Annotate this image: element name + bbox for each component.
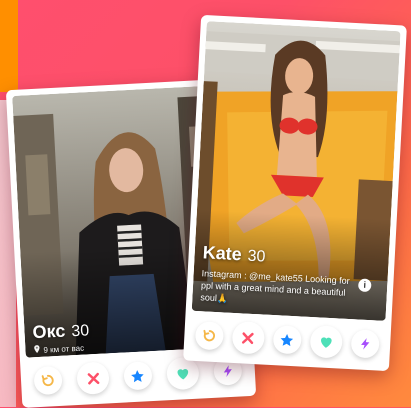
distance-text: 9 км от вас [43, 343, 85, 355]
rewind-icon [42, 374, 55, 387]
accent-strip [0, 0, 18, 92]
profile-card-kate[interactable]: Kate 30 Instagram : @me_kate55 Looking f… [183, 14, 407, 372]
profile-age: 30 [70, 322, 90, 341]
like-button[interactable] [165, 356, 200, 391]
profile-age: 30 [247, 247, 266, 266]
super-like-button[interactable] [272, 325, 302, 355]
nope-icon [87, 372, 100, 385]
boost-button[interactable] [350, 329, 381, 359]
nope-icon [242, 331, 254, 344]
super-like-icon [281, 333, 294, 346]
profile-name: Окс [32, 320, 66, 343]
like-icon [177, 369, 188, 380]
location-pin-icon [33, 345, 41, 355]
nope-button[interactable] [76, 361, 111, 395]
profile-info: Kate 30 Instagram : @me_kate55 Looking f… [200, 242, 381, 312]
rewind-button[interactable] [33, 365, 64, 396]
super-like-button[interactable] [123, 361, 153, 391]
info-button[interactable]: i [357, 278, 372, 293]
like-icon [321, 337, 332, 348]
boost-icon [361, 338, 370, 350]
rewind-button[interactable] [194, 320, 224, 351]
profile-name: Kate [202, 242, 243, 265]
nope-button[interactable] [231, 320, 265, 355]
boost-icon [223, 365, 232, 378]
super-like-icon [131, 369, 145, 382]
like-button[interactable] [309, 325, 344, 359]
action-bar [184, 318, 391, 361]
rewind-icon [203, 329, 215, 342]
